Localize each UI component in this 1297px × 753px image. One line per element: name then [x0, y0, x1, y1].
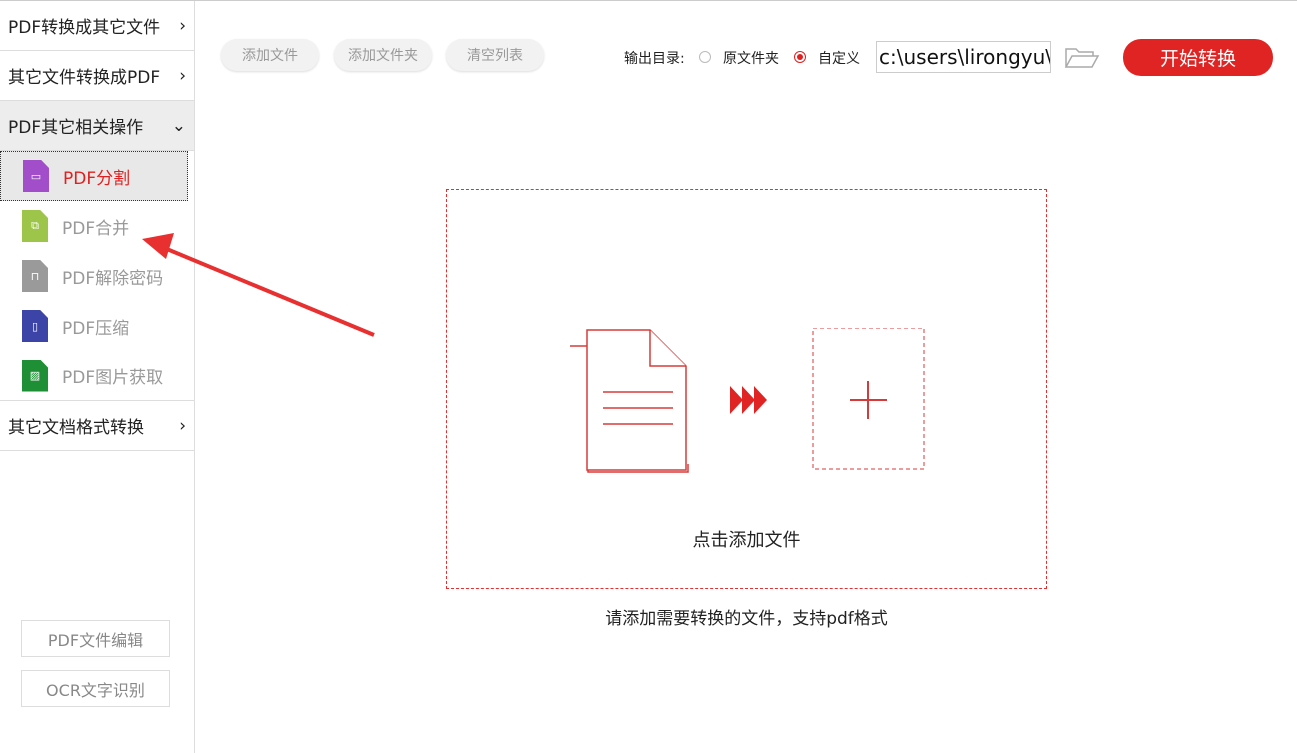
annotation-arrow: [142, 233, 375, 337]
radio-custom[interactable]: [794, 51, 806, 63]
lock-icon: ⊓: [22, 260, 48, 292]
category-pdf-to-other[interactable]: PDF转换成其它文件 ›: [0, 1, 194, 51]
category-pdf-other-ops[interactable]: PDF其它相关操作 ⌄: [0, 101, 194, 151]
sidebar: PDF转换成其它文件 › 其它文件转换成PDF › PDF其它相关操作 ⌄ ▭ PDF分…: [0, 1, 195, 753]
sidebar-item-pdf-images[interactable]: ▨ PDF图片获取: [0, 351, 194, 401]
chevron-down-icon: ⌄: [171, 115, 186, 136]
folder-open-icon[interactable]: [1064, 45, 1100, 69]
add-folder-button[interactable]: 添加文件夹: [334, 39, 432, 71]
output-path-input[interactable]: c:\users\lirongyu\: [876, 41, 1051, 73]
add-file-button[interactable]: 添加文件: [221, 39, 319, 71]
chevron-right-icon: ›: [179, 15, 186, 36]
custom-label: 自定义: [818, 51, 860, 67]
zip-icon: ▯: [22, 310, 48, 342]
ocr-button[interactable]: OCR文字识别: [21, 670, 170, 707]
split-icon: ▭: [23, 160, 49, 192]
sidebar-item-pdf-split[interactable]: ▭ PDF分割: [0, 151, 188, 201]
output-dir-label: 输出目录:: [624, 51, 685, 67]
dropzone-caption: 点击添加文件: [692, 530, 801, 551]
chevron-right-icon: ›: [179, 65, 186, 86]
plus-icon: [850, 381, 887, 419]
radio-original-folder[interactable]: [699, 51, 711, 63]
convert-illustration: [570, 328, 925, 473]
document-icon: [570, 329, 689, 473]
arrows-icon: [730, 386, 767, 414]
merge-icon: ⧉: [22, 210, 48, 242]
file-dropzone[interactable]: 点击添加文件: [446, 189, 1047, 589]
chevron-right-icon: ›: [179, 415, 186, 436]
pdf-edit-button[interactable]: PDF文件编辑: [21, 620, 170, 657]
start-convert-button[interactable]: 开始转换: [1123, 39, 1273, 76]
original-folder-label: 原文件夹: [723, 51, 779, 67]
category-other-formats[interactable]: 其它文档格式转换 ›: [0, 401, 194, 451]
image-icon: ▨: [22, 359, 48, 392]
dropzone-hint: 请添加需要转换的文件，支持pdf格式: [605, 609, 888, 629]
clear-list-button[interactable]: 清空列表: [446, 39, 544, 71]
category-other-to-pdf[interactable]: 其它文件转换成PDF ›: [0, 51, 194, 101]
